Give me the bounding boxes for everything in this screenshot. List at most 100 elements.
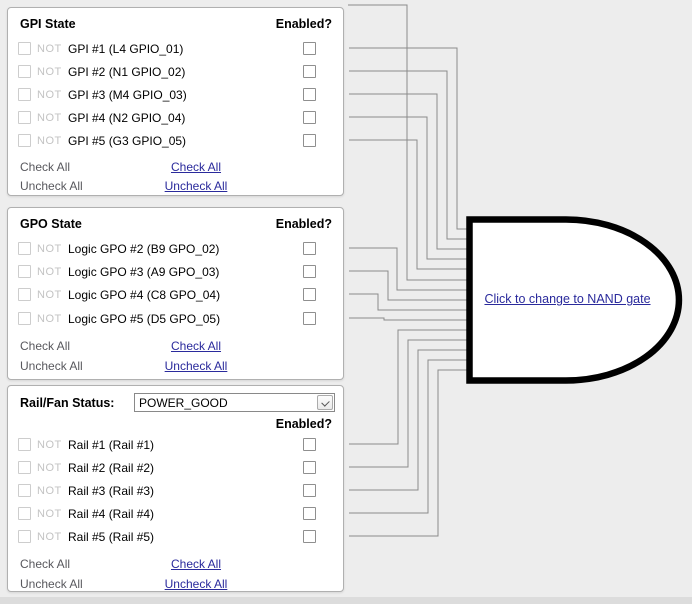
not-label: NOT [37,439,62,451]
row-label: Rail #2 (Rail #2) [68,461,155,475]
row-label: GPI #3 (M4 GPIO_03) [68,88,187,102]
not-checkbox [18,438,31,451]
rail-row-1: NOT Rail #1 (Rail #1) [18,435,340,455]
rail-fan-status-select[interactable]: POWER_GOOD [134,393,335,412]
wire [349,293,468,311]
gpi-row-2: NOT GPI #2 (N1 GPIO_02) [18,62,340,82]
row-label: Rail #4 (Rail #4) [68,507,155,521]
not-label: NOT [37,135,62,147]
wire [349,339,468,468]
not-label: NOT [37,508,62,520]
check-all-link[interactable]: Check All [111,338,281,354]
not-label: NOT [37,66,62,78]
enabled-checkbox[interactable] [303,88,316,101]
not-label: NOT [37,243,62,255]
panel-title: Rail/Fan Status: [20,396,115,410]
wire [349,317,468,321]
not-checkbox [18,530,31,543]
not-checkbox [18,65,31,78]
row-label: Logic GPO #5 (D5 GPO_05) [68,312,221,326]
enabled-column-header: Enabled? [275,417,332,431]
row-label: Logic GPO #2 (B9 GPO_02) [68,242,220,256]
enabled-checkbox[interactable] [303,65,316,78]
enabled-checkbox[interactable] [303,438,316,451]
enabled-checkbox[interactable] [303,461,316,474]
not-checkbox [18,288,31,301]
gate-toggle-link[interactable]: Click to change to NAND gate [466,292,669,308]
row-label: Logic GPO #4 (C8 GPO_04) [68,288,221,302]
gpi-state-panel: GPI State Enabled? NOT GPI #1 (L4 GPIO_01… [7,7,344,196]
row-label: GPI #1 (L4 GPIO_01) [68,42,184,56]
rail-row-3: NOT Rail #3 (Rail #3) [18,481,340,501]
row-label: Logic GPO #3 (A9 GPO_03) [68,265,220,279]
enabled-checkbox[interactable] [303,265,316,278]
uncheck-all-not-disabled: Uncheck All [20,577,83,591]
enabled-checkbox[interactable] [303,288,316,301]
enabled-checkbox[interactable] [303,507,316,520]
not-label: NOT [37,112,62,124]
panel-title: GPI State [20,17,76,31]
gpi-row-3: NOT GPI #3 (M4 GPIO_03) [18,85,340,105]
enabled-checkbox[interactable] [303,530,316,543]
rail-row-5: NOT Rail #5 (Rail #5) [18,527,340,547]
enabled-column-header: Enabled? [275,17,332,31]
not-checkbox [18,265,31,278]
enabled-checkbox[interactable] [303,42,316,55]
check-all-link[interactable]: Check All [111,159,281,175]
not-label: NOT [37,266,62,278]
row-label: GPI #4 (N2 GPIO_04) [68,111,186,125]
not-label: NOT [37,89,62,101]
check-all-link[interactable]: Check All [111,556,281,572]
row-label: GPI #2 (N1 GPIO_02) [68,65,186,79]
rail-row-2: NOT Rail #2 (Rail #2) [18,458,340,478]
enabled-checkbox[interactable] [303,111,316,124]
not-checkbox [18,88,31,101]
enabled-checkbox[interactable] [303,484,316,497]
check-all-not-disabled: Check All [20,160,71,174]
not-checkbox [18,507,31,520]
not-label: NOT [37,289,62,301]
not-label: NOT [37,531,62,543]
wire [349,116,468,260]
not-checkbox [18,42,31,55]
selected-option: POWER_GOOD [139,396,228,410]
gpi-row-5: NOT GPI #5 (G3 GPIO_05) [18,131,340,151]
enabled-checkbox[interactable] [303,134,316,147]
uncheck-all-not-disabled: Uncheck All [20,359,83,373]
check-all-not-disabled: Check All [20,557,71,571]
uncheck-all-link[interactable]: Uncheck All [111,576,281,592]
rail-fan-status-panel: Rail/Fan Status: POWER_GOOD Enabled? NOT… [7,385,344,592]
not-label: NOT [37,43,62,55]
row-label: Rail #5 (Rail #5) [68,530,155,544]
check-all-not-disabled: Check All [20,339,71,353]
uncheck-all-link[interactable]: Uncheck All [111,358,281,374]
not-checkbox [18,242,31,255]
enabled-checkbox[interactable] [303,312,316,325]
uncheck-all-not-disabled: Uncheck All [20,179,83,193]
chevron-down-icon [321,398,330,407]
dropdown-button[interactable] [317,395,333,410]
gpo-row-3: NOT Logic GPO #4 (C8 GPO_04) [18,285,340,305]
enabled-column-header: Enabled? [275,217,332,231]
row-label: GPI #5 (G3 GPIO_05) [68,134,187,148]
uncheck-all-link[interactable]: Uncheck All [111,178,281,194]
gpi-row-1: NOT GPI #1 (L4 GPIO_01) [18,39,340,59]
not-label: NOT [37,485,62,497]
wire [349,70,468,240]
row-label: Rail #1 (Rail #1) [68,438,155,452]
gpo-row-4: NOT Logic GPO #5 (D5 GPO_05) [18,309,340,329]
not-checkbox [18,134,31,147]
not-checkbox [18,111,31,124]
rail-row-4: NOT Rail #4 (Rail #4) [18,504,340,524]
not-checkbox [18,312,31,325]
panel-title: GPO State [20,217,82,231]
enabled-checkbox[interactable] [303,242,316,255]
not-checkbox [18,461,31,474]
row-label: Rail #3 (Rail #3) [68,484,155,498]
wire [349,270,468,301]
not-label: NOT [37,313,62,325]
not-checkbox [18,484,31,497]
gpo-row-2: NOT Logic GPO #3 (A9 GPO_03) [18,262,340,282]
gpo-row-1: NOT Logic GPO #2 (B9 GPO_02) [18,239,340,259]
gpi-row-4: NOT GPI #4 (N2 GPIO_04) [18,108,340,128]
